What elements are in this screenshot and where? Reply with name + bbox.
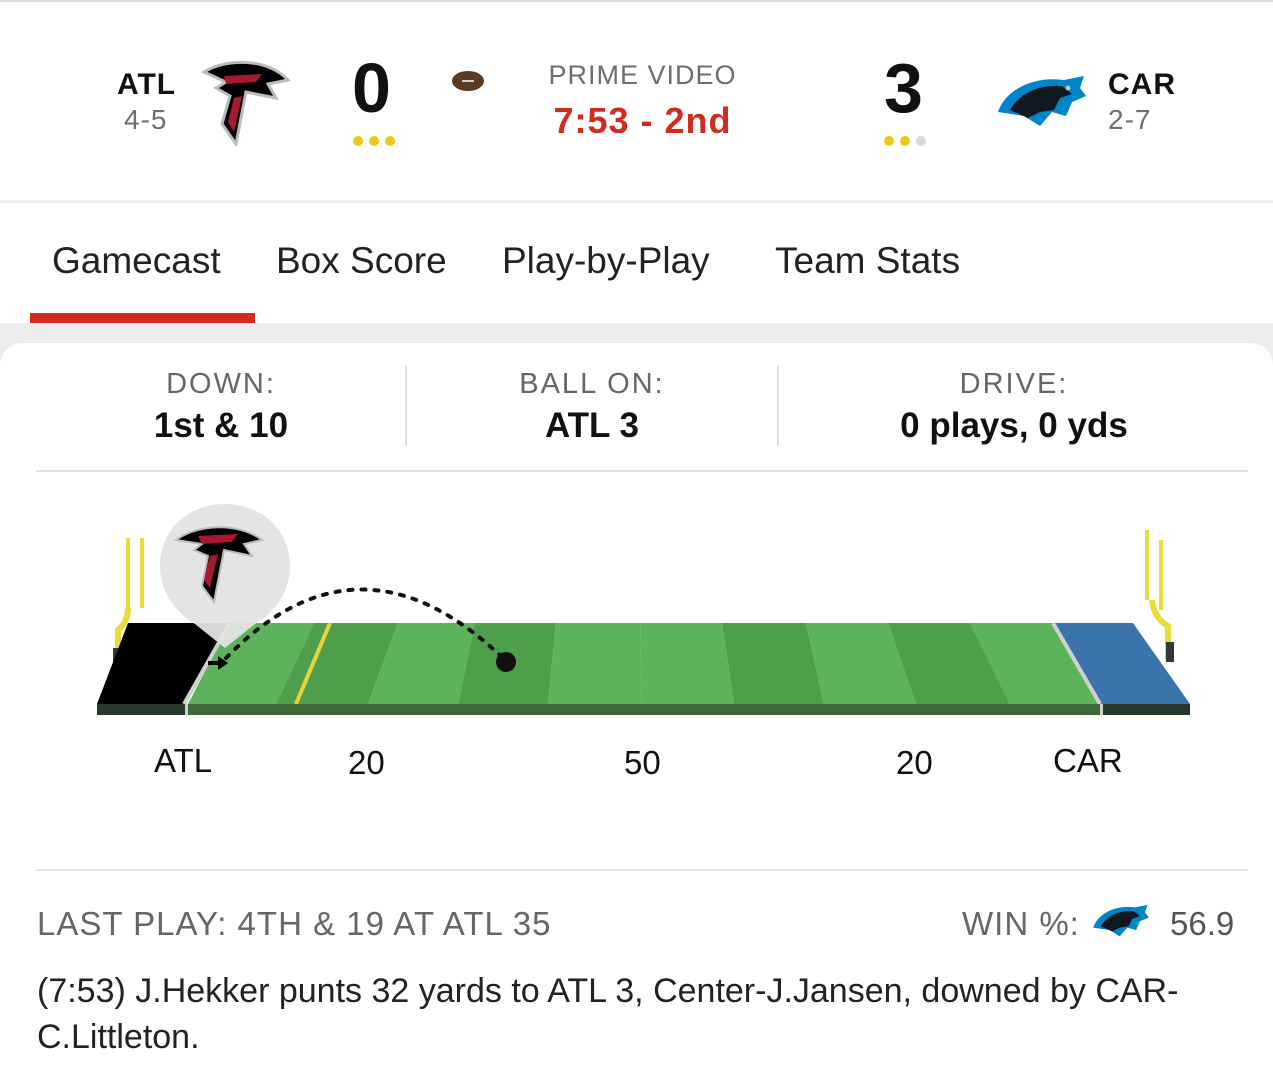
tab-team-stats[interactable]: Team Stats	[775, 240, 960, 282]
active-tab-indicator	[30, 313, 255, 323]
turf-stripe	[640, 623, 734, 704]
falcons-logo-icon[interactable]	[196, 58, 292, 146]
drive-value: 0 plays, 0 yds	[900, 406, 1128, 445]
field-edge	[185, 704, 188, 715]
last-play-label: LAST PLAY: 4TH & 19 AT ATL 35	[37, 905, 552, 942]
away-team-abbr[interactable]: ATL	[117, 68, 176, 102]
win-probability-label: WIN %:	[962, 905, 1080, 942]
timeout-dot	[916, 136, 926, 146]
field-edge	[97, 704, 185, 715]
field-graphic	[97, 504, 1190, 715]
field-edge	[1103, 704, 1190, 715]
drive-label: DRIVE:	[959, 368, 1069, 400]
last-play-description: (7:53) J.Hekker punts 32 yards to ATL 3,…	[37, 972, 1179, 1056]
down-label: DOWN:	[166, 368, 276, 400]
away-timeouts	[353, 136, 395, 146]
panthers-logo-icon[interactable]	[996, 72, 1088, 128]
field-label-atl: ATL	[154, 742, 213, 779]
timeout-dot	[353, 136, 363, 146]
timeout-dot	[369, 136, 379, 146]
ball-spot-marker	[496, 652, 516, 672]
game-clock: 7:53 - 2nd	[553, 100, 732, 141]
yard-label-20: 20	[348, 744, 385, 781]
away-team-score: 0	[352, 49, 391, 127]
yard-label-20: 20	[896, 744, 933, 781]
top-border	[0, 0, 1273, 2]
field-edge	[1100, 704, 1103, 715]
tab-gamecast[interactable]: Gamecast	[52, 240, 221, 282]
panthers-logo-icon	[1093, 904, 1149, 937]
ball-on-label: BALL ON:	[519, 368, 665, 400]
timeout-dot	[900, 136, 910, 146]
tab-play-by-play[interactable]: Play-by-Play	[502, 240, 710, 282]
away-team-record: 4-5	[124, 104, 168, 135]
yard-label-50: 50	[624, 744, 661, 781]
field-divider	[36, 869, 1248, 871]
home-team-abbr[interactable]: CAR	[1108, 68, 1176, 102]
tab-box-score[interactable]: Box Score	[276, 240, 447, 282]
win-probability-value: 56.9	[1170, 905, 1235, 942]
timeout-dot	[884, 136, 894, 146]
broadcast-network: PRIME VIDEO	[548, 60, 737, 90]
down-value: 1st & 10	[153, 406, 289, 445]
timeout-dot	[385, 136, 395, 146]
field-label-car: CAR	[1053, 742, 1123, 779]
right-goal-post	[1145, 530, 1174, 662]
header-divider	[0, 200, 1273, 203]
home-team-record: 2-7	[1108, 104, 1152, 135]
field-edge	[188, 704, 1100, 715]
home-timeouts	[884, 136, 926, 146]
ball-on-value: ATL 3	[545, 406, 639, 445]
situation-divider	[36, 470, 1248, 472]
turf-stripe	[548, 623, 642, 704]
home-team-score: 3	[884, 49, 923, 127]
possession-football-icon	[452, 71, 484, 91]
